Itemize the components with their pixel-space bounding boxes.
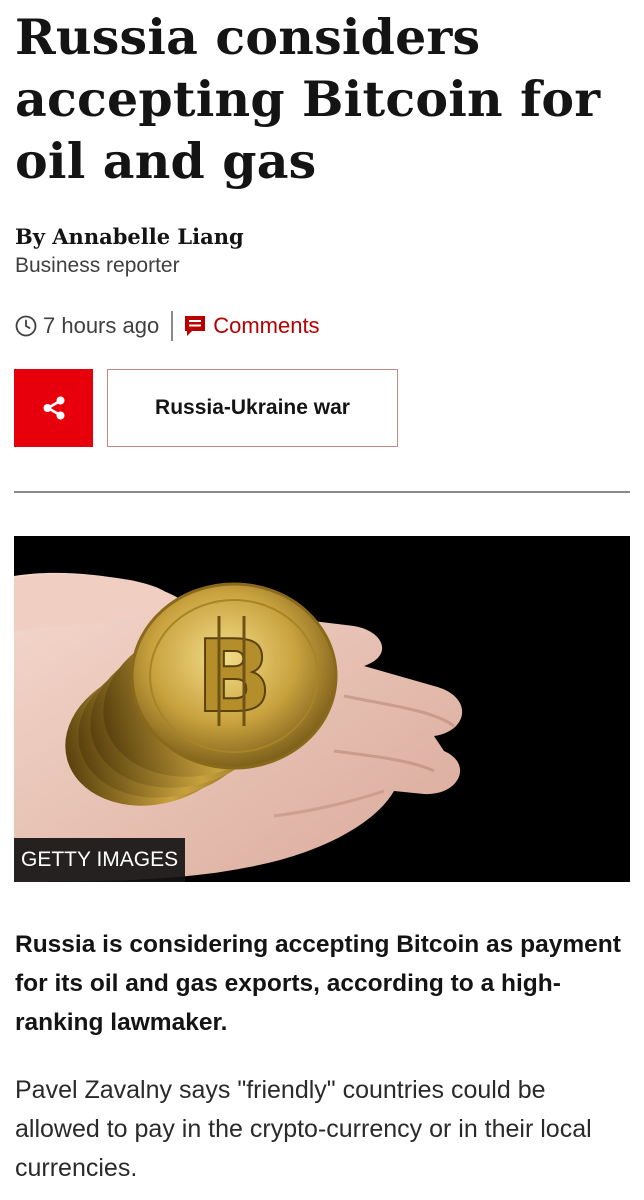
clock-icon — [15, 315, 37, 337]
topic-tag-button[interactable]: Russia-Ukraine war — [107, 369, 398, 447]
author-name[interactable]: By Annabelle Liang — [15, 224, 244, 249]
timestamp: 7 hours ago — [43, 313, 160, 338]
meta-divider — [171, 311, 174, 341]
comments-link[interactable]: Comments — [183, 313, 320, 339]
share-icon — [43, 396, 64, 420]
section-divider — [14, 491, 630, 493]
article-lead: Russia is considering accepting Bitcoin … — [15, 931, 621, 1036]
comment-icon — [185, 316, 206, 336]
article-meta: 7 hours ago Comments — [15, 310, 320, 342]
image-credit: GETTY IMAGES — [14, 838, 186, 882]
article-paragraph: Pavel Zavalny says "friendly" countries … — [15, 1076, 592, 1182]
bitcoin-hand-photo: B — [14, 536, 630, 882]
article-image: B — [14, 536, 630, 882]
comments-label: Comments — [213, 313, 320, 338]
article-headline: Russia considers accepting Bitcoin for o… — [15, 8, 601, 190]
svg-text:B: B — [196, 618, 272, 735]
author-role: Business reporter — [15, 254, 180, 277]
share-button[interactable] — [14, 369, 93, 447]
